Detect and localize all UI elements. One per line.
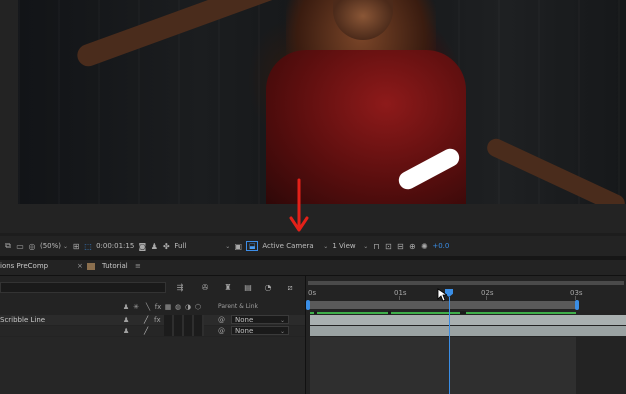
- fast-previews-icon[interactable]: ⊡: [384, 242, 392, 251]
- channel-color-icon[interactable]: ✤: [162, 242, 170, 251]
- layer-name[interactable]: Scribble Line: [0, 316, 45, 324]
- magnification-value: (50%): [40, 242, 62, 250]
- camera-dropdown[interactable]: Active Camera ⌄: [262, 242, 328, 250]
- layer-switches-header: ♟ ✳ ╲ fx ▦ ◍ ◑ ⬡ Parent & Link: [0, 303, 305, 313]
- 3d-switch-icon: ⬡: [194, 303, 202, 311]
- chevron-down-icon: ⌄: [279, 328, 285, 335]
- work-area-start-handle[interactable]: [306, 300, 310, 310]
- layer-duration-bar[interactable]: [310, 326, 626, 336]
- timeline-graph-area: 0s 01s 02s 03s: [306, 276, 626, 394]
- region-of-interest-icon[interactable]: ▣: [234, 242, 243, 251]
- effects-toggle-icon[interactable]: fx: [154, 316, 161, 324]
- vr-headset-icon[interactable]: ◎: [28, 242, 36, 251]
- layer-row[interactable]: Scribble Line ♟ ╱ fx @ None ⌄: [0, 315, 305, 325]
- view-layout-dropdown[interactable]: 1 View ⌄: [332, 242, 368, 250]
- layer-row[interactable]: ♟ ╱ @ None ⌄: [0, 326, 305, 336]
- quality-toggle-icon[interactable]: ╱: [144, 316, 148, 324]
- snapshot-camera-icon[interactable]: ◙: [138, 242, 146, 251]
- parent-link-header: Parent & Link: [218, 303, 258, 310]
- comp-markers-icon[interactable]: ⇶: [176, 283, 184, 292]
- composition-canvas[interactable]: [18, 0, 626, 204]
- playhead-line[interactable]: [449, 297, 450, 394]
- composition-duration-area: [310, 337, 576, 394]
- pick-whip-icon[interactable]: @: [218, 327, 225, 335]
- comp-flowchart-icon[interactable]: ⊕: [408, 242, 416, 251]
- graph-editor-icon[interactable]: ⧄: [286, 283, 294, 293]
- chevron-down-icon: ⌄: [63, 242, 69, 250]
- keyframe-marker[interactable]: [314, 311, 317, 314]
- tab-menu-icon[interactable]: ≡: [135, 262, 141, 270]
- shy-switch-icon: ♟: [122, 303, 130, 311]
- mouse-cursor-icon: [437, 288, 447, 302]
- work-area-bar[interactable]: [308, 281, 624, 285]
- parent-dropdown[interactable]: None ⌄: [231, 326, 289, 335]
- pick-whip-icon[interactable]: @: [218, 316, 225, 324]
- ruler-label: 01s: [394, 289, 407, 297]
- camera-value: Active Camera: [262, 242, 314, 250]
- layer-panel-empty: [0, 337, 305, 394]
- collapse-switch-icon: ✳: [133, 303, 139, 311]
- ruler-label: 02s: [481, 289, 494, 297]
- view-layout-value: 1 View: [332, 242, 356, 250]
- exposure-value[interactable]: +0.0: [432, 242, 449, 250]
- quality-switch-icon: ╲: [145, 303, 151, 311]
- keyframe-line: [310, 312, 576, 314]
- parent-value: None: [235, 327, 254, 335]
- chevron-down-icon: ⌄: [363, 242, 369, 250]
- chevron-down-icon: ⌄: [225, 242, 231, 250]
- work-area-end-handle[interactable]: [575, 300, 579, 310]
- ruler-tick: [486, 296, 487, 300]
- transparency-grid-icon[interactable]: ⬓: [246, 241, 259, 251]
- timeline-tab-bar: ions PreComp × Tutorial ≡: [0, 260, 626, 276]
- draft-3d-icon[interactable]: ✇: [201, 283, 209, 292]
- switch-cells: [164, 315, 204, 336]
- show-snapshot-icon[interactable]: ♟: [150, 242, 158, 251]
- effects-switch-icon: fx: [154, 303, 162, 311]
- keyframe-marker[interactable]: [388, 311, 391, 314]
- mask-visibility-icon[interactable]: ⬚: [84, 242, 92, 251]
- keyframe-marker[interactable]: [460, 311, 466, 314]
- work-area-range[interactable]: [308, 301, 578, 309]
- shy-toggle-icon[interactable]: ♟: [123, 327, 129, 335]
- layer-duration-bar[interactable]: [310, 315, 626, 325]
- tab-tutorial[interactable]: Tutorial: [102, 262, 128, 270]
- exposure-reset-icon[interactable]: ✺: [420, 242, 428, 251]
- monitor-icon[interactable]: ▭: [16, 242, 24, 251]
- motion-blur-switch-icon: ◍: [174, 303, 182, 311]
- shy-layers-icon[interactable]: ♜: [224, 283, 232, 292]
- resolution-value: Full: [174, 242, 187, 250]
- chevron-down-icon: ⌄: [279, 317, 285, 324]
- adjustment-switch-icon: ◑: [184, 303, 192, 311]
- current-timecode[interactable]: 0:00:01:15: [96, 242, 134, 250]
- ruler-tick: [399, 296, 400, 300]
- tab-precomp[interactable]: ions PreComp: [0, 262, 48, 270]
- layer-search-input[interactable]: [0, 282, 166, 293]
- always-preview-icon[interactable]: ⧉: [4, 241, 12, 251]
- timeline-icon[interactable]: ⊟: [396, 242, 404, 251]
- composition-icon: [87, 263, 95, 270]
- close-icon[interactable]: ×: [77, 262, 83, 270]
- toggle-pixel-aspect-icon[interactable]: ⊓: [372, 242, 380, 251]
- frame-blending-icon[interactable]: ▤: [244, 283, 252, 292]
- composition-viewer: [0, 0, 626, 233]
- ruler-label: 0s: [308, 289, 317, 297]
- frame-blend-switch-icon: ▦: [164, 303, 172, 311]
- ruler-label: 03s: [570, 289, 583, 297]
- viewer-toolbar: ⧉ ▭ ◎ (50%) ⌄ ⊞ ⬚ 0:00:01:15 ◙ ♟ ✤ Full …: [0, 236, 626, 256]
- quality-toggle-icon[interactable]: ╱: [144, 327, 148, 335]
- motion-blur-icon[interactable]: ◔: [264, 283, 272, 292]
- magnification-dropdown[interactable]: (50%) ⌄: [40, 242, 68, 250]
- shy-toggle-icon[interactable]: ♟: [123, 316, 129, 324]
- parent-value: None: [235, 316, 254, 324]
- layer-panel: ⇶ ✇ ♜ ▤ ◔ ⧄ ♟ ✳ ╲ fx ▦ ◍ ◑ ⬡ Parent & Li…: [0, 276, 305, 394]
- chevron-down-icon: ⌄: [323, 242, 329, 250]
- grid-guides-icon[interactable]: ⊞: [72, 242, 80, 251]
- parent-dropdown[interactable]: None ⌄: [231, 315, 289, 324]
- resolution-dropdown[interactable]: Full ⌄: [174, 242, 230, 250]
- annotation-arrow-icon: [289, 178, 309, 232]
